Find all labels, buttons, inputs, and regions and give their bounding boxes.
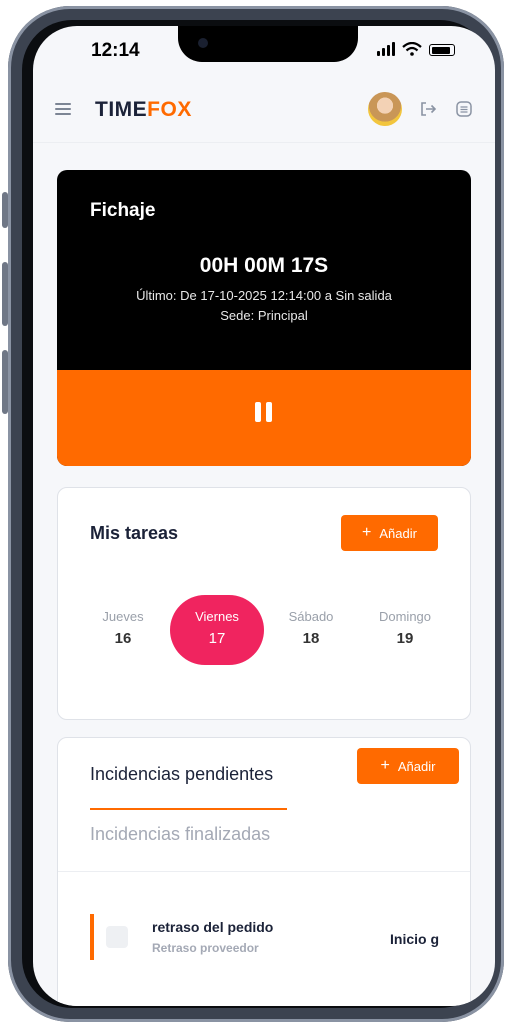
incidence-subtitle: Retraso proveedor (152, 941, 259, 955)
incidence-checkbox[interactable] (106, 926, 128, 948)
plus-icon: + (362, 524, 372, 541)
tasks-title: Mis tareas (90, 523, 179, 543)
signal-icon (377, 42, 395, 56)
incidence-title[interactable]: retraso del pedido (152, 919, 273, 935)
pause-button[interactable] (57, 370, 471, 466)
logo-fox: FOX (147, 98, 192, 121)
status-icons (377, 42, 455, 56)
day-name: Sábado (288, 609, 334, 624)
tab-finished[interactable]: Incidencias finalizadas (90, 824, 270, 845)
add-task-label: Añadir (379, 525, 417, 541)
mute-switch (2, 192, 8, 228)
app-logo: TIMEFOX (95, 98, 192, 122)
tab-pending[interactable]: Incidencias pendientes (90, 764, 273, 785)
day-name: Jueves (102, 609, 144, 624)
logo-time: TIME (95, 98, 148, 121)
incidences-card: Incidencias pendientes + Añadir Incidenc… (57, 737, 471, 1006)
add-incidence-label: Añadir (397, 758, 436, 774)
logout-icon[interactable] (419, 100, 437, 118)
tasks-card: Mis tareas + Añadir Jueves 16 Viernes 17… (57, 487, 471, 720)
day-number: 16 (114, 630, 132, 647)
day-domingo[interactable]: Domingo 19 (358, 595, 452, 665)
divider (58, 871, 470, 872)
add-incidence-button[interactable]: + Añadir (357, 748, 459, 784)
volume-up-button (2, 262, 8, 326)
plus-icon: + (380, 757, 390, 774)
fichaje-sede: Sede: Principal (220, 308, 308, 323)
app-screen: 12:14 TIMEFOX Fichaje 00H 00M 17S Último… (33, 26, 495, 1006)
fichaje-title: Fichaje (90, 200, 156, 221)
battery-icon (429, 44, 455, 56)
app-header: TIMEFOX (33, 78, 495, 143)
menu-icon[interactable] (55, 103, 71, 118)
add-task-button[interactable]: + Añadir (341, 515, 438, 551)
priority-bar (90, 914, 94, 960)
notch (178, 26, 358, 62)
day-name: Domingo (378, 609, 432, 624)
day-viernes[interactable]: Viernes 17 (170, 595, 264, 665)
active-tab-indicator (90, 808, 287, 810)
avatar[interactable] (368, 92, 402, 126)
incidence-status: Inicio g (390, 931, 439, 947)
fichaje-timer: 00H 00M 17S (199, 254, 329, 277)
list-icon[interactable] (455, 100, 473, 118)
pause-icon (254, 402, 274, 422)
day-number: 18 (302, 630, 320, 647)
day-number: 19 (396, 630, 414, 647)
day-jueves[interactable]: Jueves 16 (76, 595, 170, 665)
fichaje-last: Último: De 17-10-2025 12:14:00 a Sin sal… (136, 288, 392, 303)
volume-down-button (2, 350, 8, 414)
day-number: 17 (208, 630, 226, 647)
status-time: 12:14 (91, 40, 140, 61)
day-name: Viernes (195, 609, 239, 624)
day-sabado[interactable]: Sábado 18 (264, 595, 358, 665)
wifi-icon (402, 42, 422, 56)
fichaje-card: Fichaje 00H 00M 17S Último: De 17-10-202… (57, 170, 471, 466)
camera-icon (198, 38, 208, 48)
